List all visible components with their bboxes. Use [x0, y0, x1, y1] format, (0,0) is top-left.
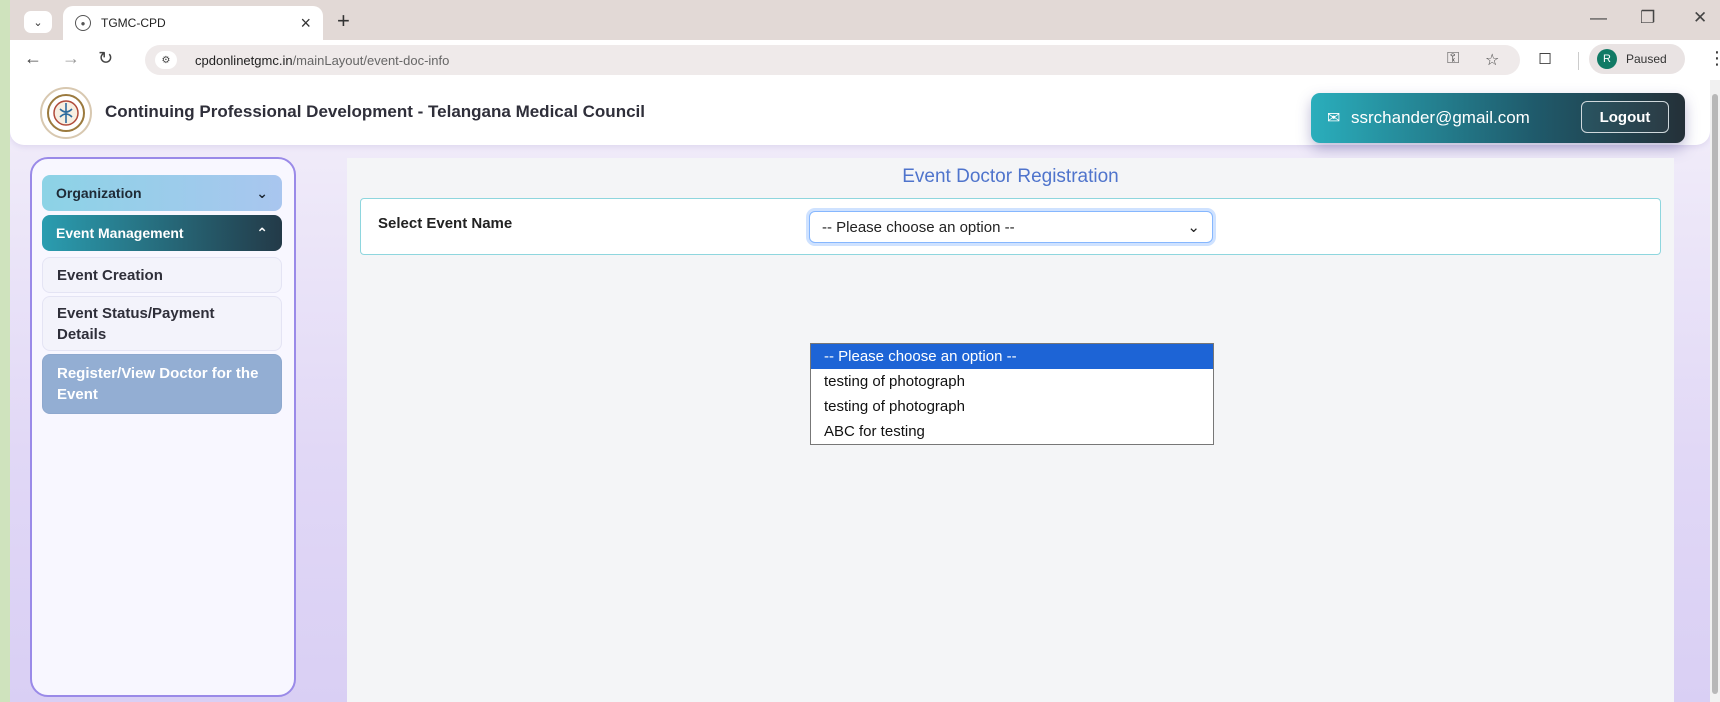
back-icon[interactable]: ← — [24, 48, 42, 69]
tab-title: TGMC-CPD — [101, 16, 166, 30]
chevron-down-icon: ⌄ — [33, 16, 43, 29]
dropdown-option[interactable]: testing of photograph — [811, 369, 1213, 394]
url-host: cpdonlinetgmc.in — [195, 53, 293, 68]
sidebar-group-organization[interactable]: Organization ⌄ — [42, 175, 282, 211]
chevron-down-icon: ⌄ — [1187, 219, 1200, 236]
page-viewport: Continuing Professional Development - Te… — [10, 80, 1710, 702]
dropdown-option[interactable]: -- Please choose an option -- — [811, 344, 1213, 369]
site-favicon-icon: ● — [75, 15, 91, 31]
more-menu-icon[interactable]: ⋮ — [1708, 48, 1720, 69]
chevron-up-icon: ⌃ — [256, 224, 268, 241]
user-email: ssrchander@gmail.com — [1351, 108, 1530, 127]
sidebar-group-label: Organization — [56, 185, 142, 201]
new-tab-button[interactable]: + — [337, 8, 350, 34]
user-panel: ✉ ssrchander@gmail.com Logout — [1311, 93, 1685, 143]
dropdown-option[interactable]: ABC for testing — [811, 419, 1213, 444]
url-path: /mainLayout/event-doc-info — [292, 53, 450, 68]
browser-toolbar: ← → ↻ ⚙ cpdonlinetgmc.in/mainLayout/even… — [10, 40, 1720, 80]
event-name-label: Select Event Name — [378, 215, 513, 232]
chevron-down-icon: ⌄ — [256, 184, 268, 201]
sidebar-item-register-doctor[interactable]: Register/View Doctor for the Event — [42, 354, 282, 414]
page-title: Event Doctor Registration — [902, 166, 1119, 187]
sidebar-group-label: Event Management — [56, 225, 184, 241]
app-header: Continuing Professional Development - Te… — [10, 80, 1710, 145]
profile-status: Paused — [1626, 52, 1667, 66]
avatar: R — [1597, 49, 1617, 69]
event-name-select[interactable]: -- Please choose an option -- ⌄ — [809, 211, 1213, 243]
browser-tab[interactable]: ● TGMC-CPD × — [63, 6, 323, 40]
minimize-icon[interactable]: — — [1590, 8, 1607, 28]
browser-tabstrip: ⌄ ● TGMC-CPD × + — ❐ ✕ — [10, 0, 1720, 40]
close-tab-icon[interactable]: × — [300, 13, 311, 34]
toolbar-divider — [1578, 52, 1579, 70]
address-bar[interactable]: ⚙ cpdonlinetgmc.in/mainLayout/event-doc-… — [145, 45, 1520, 75]
reload-icon[interactable]: ↻ — [98, 48, 113, 69]
page-scrollbar[interactable] — [1710, 80, 1720, 702]
password-key-icon[interactable]: ⚿ — [1447, 50, 1459, 68]
tab-search-button[interactable]: ⌄ — [24, 11, 52, 33]
close-window-icon[interactable]: ✕ — [1693, 8, 1707, 28]
sidebar: Organization ⌄ Event Management ⌃ Event … — [30, 157, 296, 697]
sidebar-item-event-status[interactable]: Event Status/Payment Details — [42, 296, 282, 351]
dropdown-option[interactable]: testing of photograph — [811, 394, 1213, 419]
url-text: cpdonlinetgmc.in/mainLayout/event-doc-in… — [195, 53, 449, 68]
council-logo — [40, 87, 92, 139]
sidebar-item-event-creation[interactable]: Event Creation — [42, 257, 282, 293]
bookmark-star-icon[interactable]: ☆ — [1485, 50, 1499, 70]
app-title: Continuing Professional Development - Te… — [105, 102, 645, 121]
site-info-icon[interactable]: ⚙ — [155, 51, 177, 69]
extensions-icon[interactable]: ◻ — [1538, 48, 1552, 68]
restore-icon[interactable]: ❐ — [1640, 8, 1655, 28]
profile-button[interactable]: R Paused — [1589, 44, 1685, 74]
logout-button[interactable]: Logout — [1581, 101, 1669, 133]
sidebar-group-event-management[interactable]: Event Management ⌃ — [42, 215, 282, 251]
forward-icon[interactable]: → — [62, 48, 80, 69]
mail-icon: ✉ — [1327, 110, 1341, 127]
select-value: -- Please choose an option -- — [822, 218, 1015, 236]
scrollbar-thumb[interactable] — [1712, 94, 1718, 694]
event-select-card: Select Event Name -- Please choose an op… — [360, 198, 1661, 255]
event-options-dropdown: -- Please choose an option -- testing of… — [810, 343, 1214, 445]
council-seal-icon — [47, 94, 85, 132]
